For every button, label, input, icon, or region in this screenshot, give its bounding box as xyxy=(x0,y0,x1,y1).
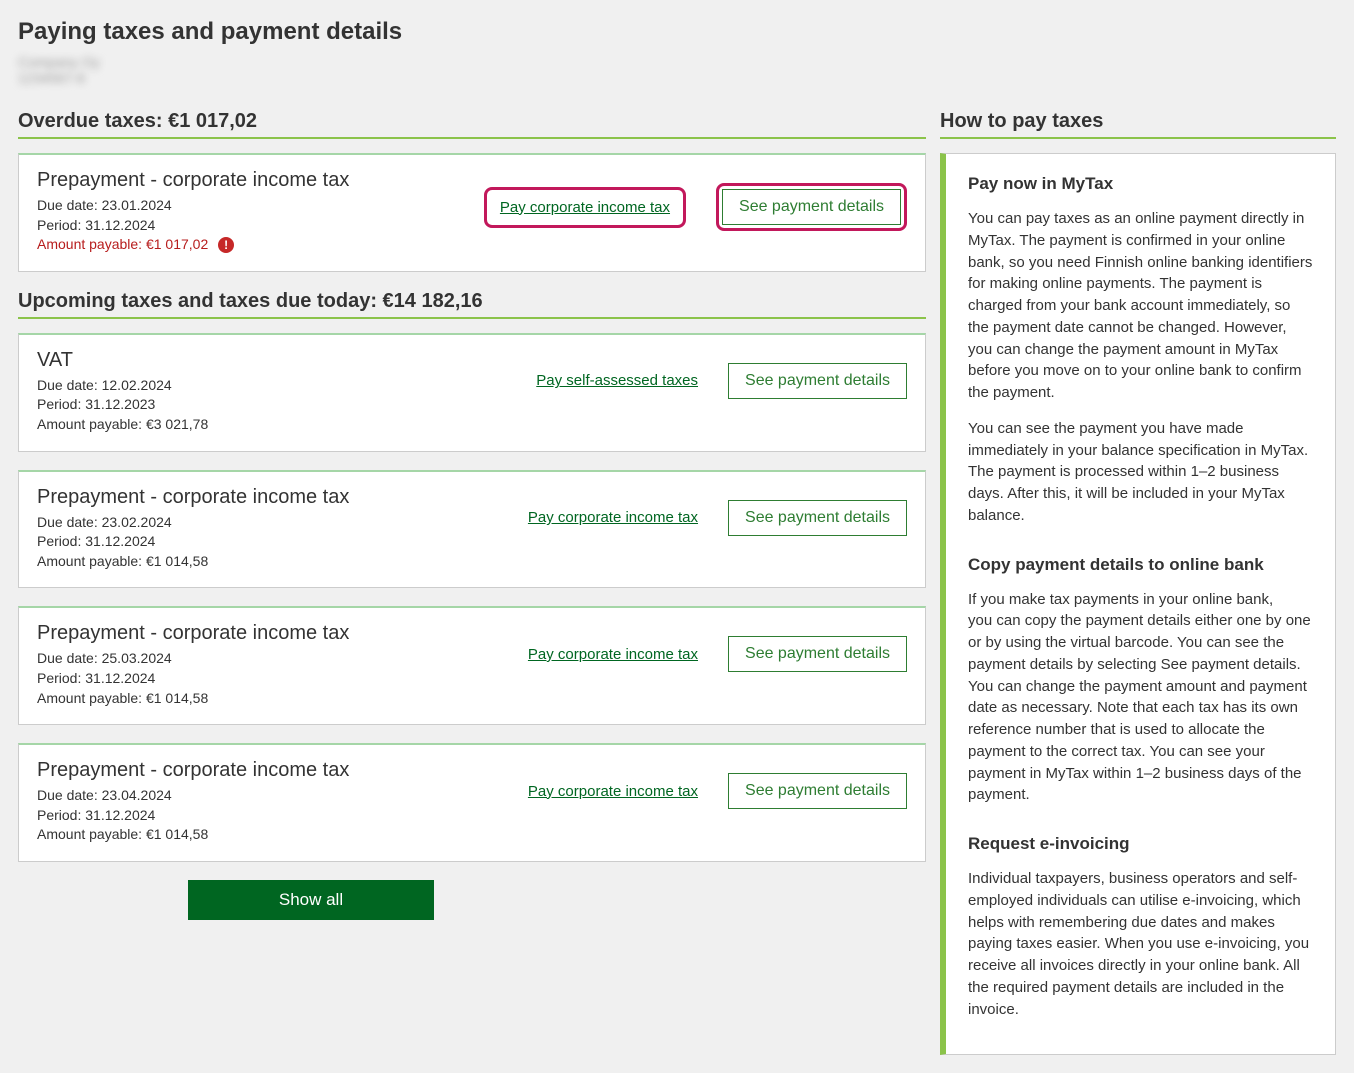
pay-tax-link[interactable]: Pay corporate income tax xyxy=(490,193,680,222)
pay-link-highlight: Pay corporate income tax xyxy=(484,187,686,228)
upcoming-tax-card: Prepayment - corporate income tax Due da… xyxy=(18,470,926,589)
howto-heading: How to pay taxes xyxy=(940,110,1336,139)
info-subheading-einvoice: Request e-invoicing xyxy=(968,834,1313,854)
tax-name: Prepayment - corporate income tax xyxy=(37,759,516,782)
tax-amount-payable: Amount payable: €1 017,02 ! xyxy=(37,235,472,255)
tax-due-date: Due date: 23.01.2024 xyxy=(37,196,472,216)
info-paragraph: Individual taxpayers, business operators… xyxy=(968,868,1313,1020)
tax-due-date: Due date: 12.02.2024 xyxy=(37,376,524,396)
overdue-tax-card: Prepayment - corporate income tax Due da… xyxy=(18,153,926,272)
info-paragraph: you can copy the payment details either … xyxy=(968,610,1313,806)
info-paragraph: You can see the payment you have made im… xyxy=(968,418,1313,527)
see-payment-details-button[interactable]: See payment details xyxy=(722,189,901,225)
details-button-highlight: See payment details xyxy=(716,183,907,231)
tax-name: Prepayment - corporate income tax xyxy=(37,622,516,645)
info-paragraph: You can pay taxes as an online payment d… xyxy=(968,208,1313,404)
tax-period: Period: 31.12.2024 xyxy=(37,806,516,826)
tax-name: VAT xyxy=(37,349,524,372)
pay-tax-link[interactable]: Pay self-assessed taxes xyxy=(536,372,698,389)
upcoming-tax-card: VAT Due date: 12.02.2024 Period: 31.12.2… xyxy=(18,333,926,452)
tax-period: Period: 31.12.2024 xyxy=(37,216,472,236)
entity-name: Company Oy xyxy=(18,54,1336,70)
see-payment-details-button[interactable]: See payment details xyxy=(728,636,907,672)
upcoming-tax-card: Prepayment - corporate income tax Due da… xyxy=(18,743,926,862)
tax-name: Prepayment - corporate income tax xyxy=(37,486,516,509)
see-payment-details-button[interactable]: See payment details xyxy=(728,773,907,809)
info-panel: Pay now in MyTax You can pay taxes as an… xyxy=(940,153,1336,1055)
see-payment-details-button[interactable]: See payment details xyxy=(728,500,907,536)
pay-tax-link[interactable]: Pay corporate income tax xyxy=(528,509,698,526)
upcoming-heading: Upcoming taxes and taxes due today: €14 … xyxy=(18,290,926,319)
tax-period: Period: 31.12.2023 xyxy=(37,395,524,415)
pay-tax-link[interactable]: Pay corporate income tax xyxy=(528,646,698,663)
upcoming-tax-card: Prepayment - corporate income tax Due da… xyxy=(18,606,926,725)
page-title: Paying taxes and payment details xyxy=(18,18,1336,46)
entity-info: Company Oy 1234567-8 xyxy=(18,54,1336,86)
see-payment-details-button[interactable]: See payment details xyxy=(728,363,907,399)
show-all-button[interactable]: Show all xyxy=(188,880,434,920)
tax-due-date: Due date: 23.04.2024 xyxy=(37,786,516,806)
overdue-heading: Overdue taxes: €1 017,02 xyxy=(18,110,926,139)
tax-amount-payable: Amount payable: €1 014,58 xyxy=(37,552,516,572)
info-paragraph: If you make tax payments in your online … xyxy=(968,589,1313,611)
tax-name: Prepayment - corporate income tax xyxy=(37,169,472,192)
tax-amount-payable: Amount payable: €1 014,58 xyxy=(37,825,516,845)
tax-due-date: Due date: 25.03.2024 xyxy=(37,649,516,669)
alert-icon: ! xyxy=(218,237,234,253)
info-subheading-copy: Copy payment details to online bank xyxy=(968,555,1313,575)
info-subheading-paynow: Pay now in MyTax xyxy=(968,174,1313,194)
tax-amount-payable: Amount payable: €3 021,78 xyxy=(37,415,524,435)
entity-id: 1234567-8 xyxy=(18,70,1336,86)
tax-period: Period: 31.12.2024 xyxy=(37,669,516,689)
pay-tax-link[interactable]: Pay corporate income tax xyxy=(528,783,698,800)
tax-amount-payable: Amount payable: €1 014,58 xyxy=(37,689,516,709)
tax-due-date: Due date: 23.02.2024 xyxy=(37,513,516,533)
tax-period: Period: 31.12.2024 xyxy=(37,532,516,552)
